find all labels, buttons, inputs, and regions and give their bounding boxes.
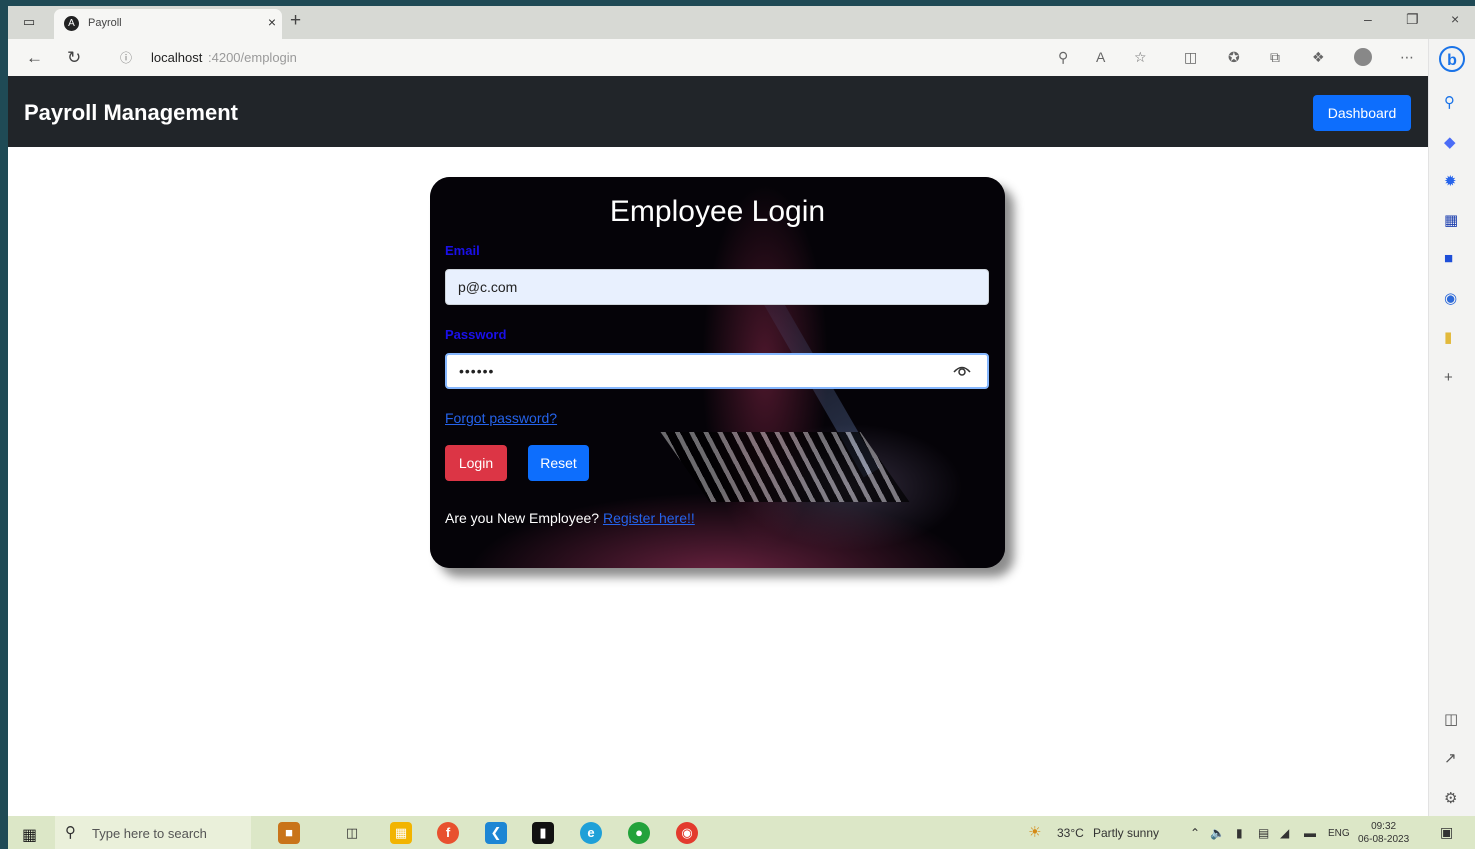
password-key-icon[interactable]: ⚲ [1058, 49, 1068, 66]
games-icon[interactable]: ▦ [1444, 211, 1458, 229]
clock-date: 06-08-2023 [1358, 834, 1410, 845]
weather-icon[interactable]: ☀ [1028, 823, 1041, 841]
language-indicator[interactable]: ENG [1328, 828, 1350, 839]
volume-icon[interactable]: 🔈 [1210, 826, 1225, 840]
split-screen-icon[interactable]: ◫ [1184, 49, 1197, 66]
minimize-icon[interactable]: – [1364, 11, 1372, 27]
back-icon[interactable]: ← [26, 48, 43, 68]
weather-temp[interactable]: 33°C [1057, 826, 1084, 840]
collections-icon[interactable]: ⧉ [1270, 49, 1280, 66]
clock[interactable]: 09:32 06-08-2023 [1358, 820, 1409, 846]
search-placeholder: Type here to search [92, 826, 207, 841]
clock-time: 09:32 [1371, 821, 1397, 832]
external-link-icon[interactable]: ↗ [1444, 749, 1457, 767]
dashboard-button[interactable]: Dashboard [1313, 95, 1411, 131]
chrome-icon[interactable]: ◉ [676, 822, 698, 844]
screen: ▭ A Payroll × + – ❐ × ← ↻ ⓘ localhost :4… [8, 6, 1475, 849]
app-navbar: Payroll Management Dashboard [8, 76, 1428, 147]
main-content: Employee Login Email Password Forgot pas… [8, 147, 1428, 816]
password-label: Password [445, 327, 507, 342]
angular-icon: A [64, 16, 79, 31]
tab-strip: ▭ A Payroll × + – ❐ × [8, 6, 1475, 39]
password-field[interactable] [445, 353, 989, 389]
reset-button[interactable]: Reset [528, 445, 589, 481]
windows-taskbar: ▦ ⚲ Type here to search ■ ◫ ▦ f ❮ ▮ e ● … [8, 816, 1475, 849]
refresh-icon[interactable]: ↻ [67, 48, 81, 68]
settings-gear-icon[interactable]: ⚙ [1444, 789, 1457, 807]
wifi-icon[interactable]: ◢ [1280, 826, 1289, 840]
edge-sidebar: b ⚲ ◆ ✹ ▦ ■ ◉ ▮ + ◫ ↗ ⚙ [1428, 39, 1475, 816]
new-employee-text: Are you New Employee? [445, 510, 603, 526]
task-view-icon[interactable]: ◫ [341, 822, 363, 844]
new-tab-icon[interactable]: + [290, 10, 301, 32]
login-button[interactable]: Login [445, 445, 507, 481]
sidebar-layout-icon[interactable]: ◫ [1444, 710, 1458, 728]
profile-avatar[interactable] [1354, 48, 1372, 66]
extensions-icon[interactable]: ❖ [1312, 49, 1325, 66]
search-sidebar-icon[interactable]: ⚲ [1444, 93, 1455, 111]
browser-tab[interactable]: A Payroll × [54, 9, 282, 39]
outlook-icon[interactable]: ◉ [1444, 289, 1457, 307]
brand-title[interactable]: Payroll Management [24, 100, 238, 126]
new-employee-prompt: Are you New Employee? Register here!! [445, 510, 695, 526]
close-window-icon[interactable]: × [1451, 11, 1459, 27]
notifications-icon[interactable]: ▣ [1440, 824, 1453, 841]
office-icon[interactable]: ■ [1444, 250, 1453, 267]
file-explorer-icon[interactable]: ▦ [390, 822, 412, 844]
eye-icon[interactable] [952, 361, 972, 381]
favorites-icon[interactable]: ✪ [1228, 49, 1240, 66]
login-card: Employee Login Email Password Forgot pas… [430, 177, 1005, 568]
tab-actions-icon[interactable]: ▭ [18, 12, 40, 32]
vscode-icon[interactable]: ❮ [485, 822, 507, 844]
register-link[interactable]: Register here!! [603, 510, 695, 526]
email-field[interactable] [445, 269, 989, 305]
tools-icon[interactable]: ✹ [1444, 172, 1457, 190]
weather-text[interactable]: Partly sunny [1093, 826, 1159, 840]
green-app-icon[interactable]: ● [628, 822, 650, 844]
search-icon: ⚲ [65, 824, 76, 841]
firefox-icon[interactable]: f [437, 822, 459, 844]
login-title: Employee Login [609, 195, 826, 228]
forgot-password-link[interactable]: Forgot password? [445, 410, 557, 426]
url-path: :4200/emplogin [208, 50, 297, 65]
shopping-tag-icon[interactable]: ◆ [1444, 133, 1456, 151]
tab-title: Payroll [88, 17, 122, 29]
address-bar: ← ↻ ⓘ localhost :4200/emplogin ⚲ A ☆ ◫ ✪… [8, 39, 1428, 77]
url-host: localhost [151, 50, 203, 65]
tray-chevron-icon[interactable]: ⌃ [1190, 826, 1200, 840]
work-briefcase-icon[interactable]: ■ [278, 822, 300, 844]
drop-icon[interactable]: ▮ [1444, 328, 1452, 346]
bing-chat-icon[interactable]: b [1439, 46, 1465, 72]
info-icon[interactable]: ⓘ [120, 49, 132, 66]
restore-icon[interactable]: ❐ [1406, 11, 1419, 28]
taskbar-search[interactable]: ⚲ Type here to search [55, 816, 251, 849]
windows-start-icon[interactable]: ▦ [22, 825, 37, 845]
read-aloud-icon[interactable]: A [1096, 49, 1105, 65]
network-icon[interactable]: ▤ [1258, 826, 1269, 840]
battery-icon[interactable]: ▮ [1236, 826, 1243, 840]
email-label: Email [445, 243, 480, 258]
close-tab-icon[interactable]: × [268, 14, 276, 30]
favorite-star-icon[interactable]: ☆ [1134, 49, 1147, 66]
edge-icon[interactable]: e [580, 822, 602, 844]
terminal-icon[interactable]: ▮ [532, 822, 554, 844]
url-field[interactable]: ⓘ localhost :4200/emplogin [104, 44, 1044, 70]
more-menu-icon[interactable]: ⋯ [1400, 49, 1414, 66]
add-sidebar-icon[interactable]: + [1444, 369, 1453, 386]
display-icon[interactable]: ▬ [1304, 826, 1316, 840]
